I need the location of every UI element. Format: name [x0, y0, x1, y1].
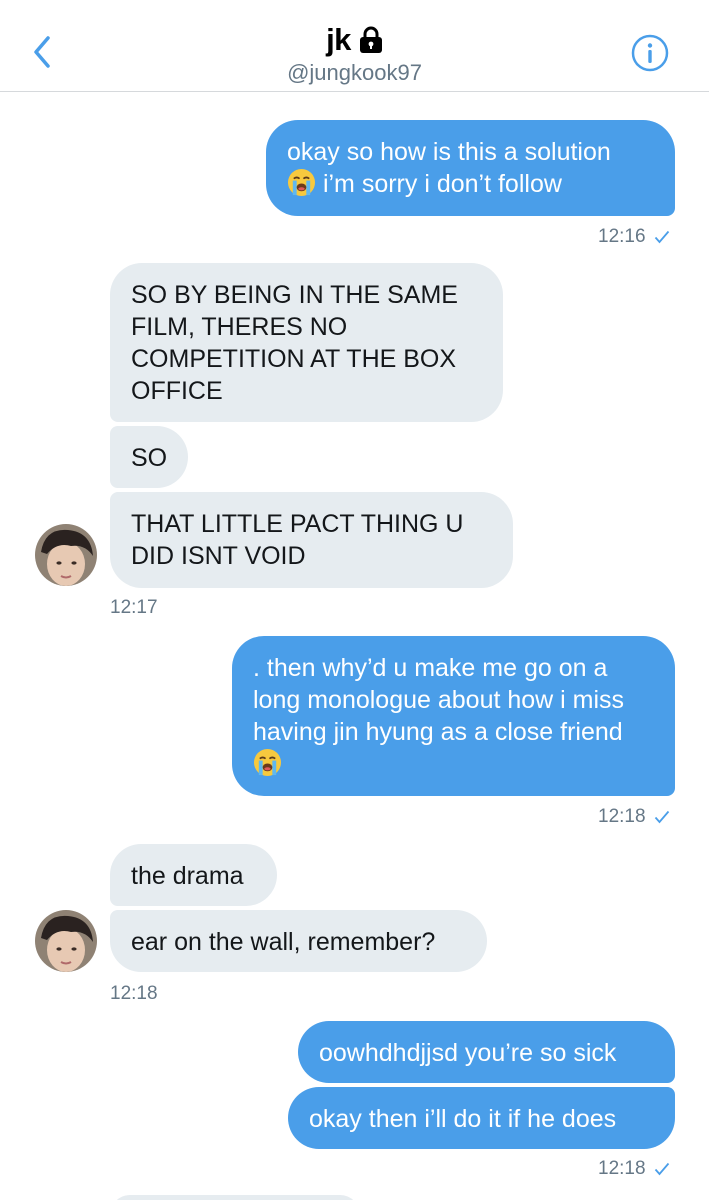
received-message-bubble[interactable]: the drama	[110, 844, 277, 906]
read-check-icon	[654, 810, 669, 824]
message-text: SO	[131, 444, 168, 472]
read-check-icon	[654, 1162, 669, 1176]
lock-icon	[359, 26, 382, 53]
received-message-bubble[interactable]: SO	[110, 426, 188, 488]
received-message-bubble[interactable]: THAT LITTLE PACT THING U DID ISNT VOID	[110, 492, 513, 588]
timestamp-text: 12:18	[598, 1158, 646, 1179]
timestamp-text: 12:18	[598, 806, 646, 827]
conversation-title-block[interactable]: jk @jungkook97	[0, 22, 709, 86]
message-text-continued: i’m sorry i don’t follow	[322, 170, 562, 198]
sent-message-bubble[interactable]: oowhdhdjjsd you’re so sick	[298, 1021, 675, 1083]
timestamp-text: 12:16	[598, 226, 646, 247]
sent-message-bubble[interactable]: okay then i’ll do it if he does	[288, 1087, 675, 1149]
loudly-crying-face-icon	[253, 748, 282, 777]
message-text: okay so how is this a solution	[287, 138, 611, 166]
message-text: THAT LITTLE PACT THING U DID ISNT VOID	[131, 510, 464, 570]
message-text: okay then i’ll do it if he does	[309, 1105, 617, 1133]
user-handle: @jungkook97	[287, 60, 422, 85]
received-message-bubble-partial[interactable]	[110, 1195, 360, 1200]
conversation-title: jk	[326, 22, 351, 57]
sent-message-bubble[interactable]: . then why’d u make me go on a long mono…	[232, 636, 675, 796]
message-text: . then why’d u make me go on a long mono…	[253, 654, 625, 746]
message-timestamp: 12:16	[598, 226, 670, 248]
info-button[interactable]	[630, 33, 670, 73]
profile-photo-icon	[35, 524, 97, 586]
message-text: ear on the wall, remember?	[131, 928, 436, 956]
message-text: the drama	[131, 862, 244, 890]
message-text: oowhdhdjjsd you’re so sick	[319, 1039, 617, 1067]
avatar[interactable]	[35, 910, 97, 972]
loudly-crying-face-icon	[287, 168, 316, 197]
conversation-header: jk @jungkook97	[0, 0, 709, 92]
profile-photo-icon	[35, 910, 97, 972]
info-icon	[631, 34, 669, 72]
message-timestamp: 12:18	[598, 806, 670, 828]
message-text: SO BY BEING IN THE SAME FILM, THERES NO …	[131, 281, 458, 405]
avatar[interactable]	[35, 524, 97, 586]
message-timestamp: 12:17	[110, 597, 158, 618]
received-message-bubble[interactable]: ear on the wall, remember?	[110, 910, 487, 972]
read-check-icon	[654, 230, 669, 244]
sent-message-bubble[interactable]: okay so how is this a solution i’m sorry…	[266, 120, 675, 216]
message-timestamp: 12:18	[110, 983, 158, 1004]
received-message-bubble[interactable]: SO BY BEING IN THE SAME FILM, THERES NO …	[110, 263, 503, 422]
message-timestamp: 12:18	[598, 1158, 670, 1180]
